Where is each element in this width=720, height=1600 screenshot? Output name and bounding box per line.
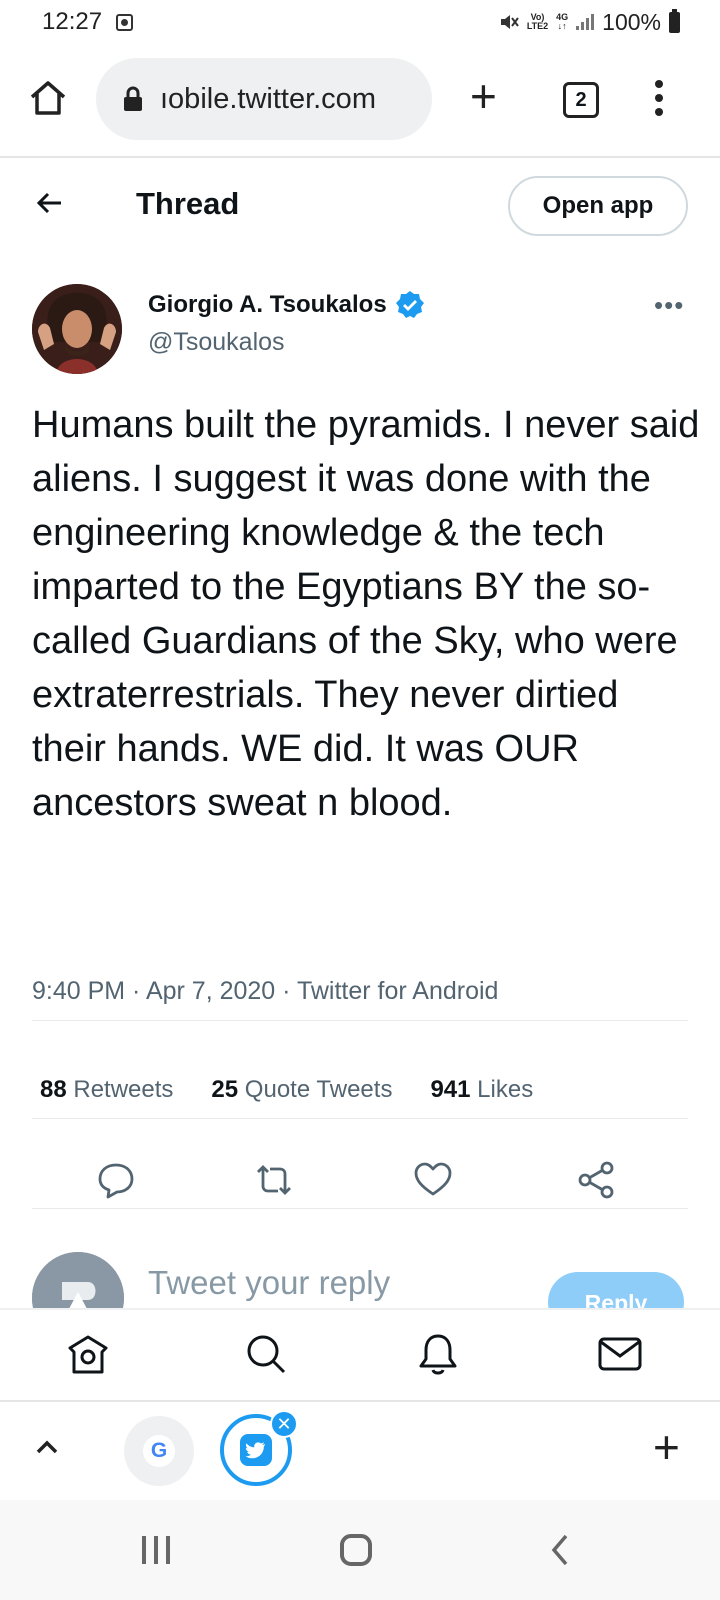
battery-icon bbox=[669, 8, 680, 33]
add-tab-button[interactable]: + bbox=[653, 1424, 680, 1470]
home-nav-icon[interactable] bbox=[64, 1330, 112, 1378]
battery-percent: 100% bbox=[602, 8, 661, 35]
user-avatar[interactable] bbox=[32, 1252, 124, 1308]
mute-icon bbox=[500, 15, 519, 29]
notifications-icon[interactable] bbox=[414, 1330, 462, 1378]
google-icon: G bbox=[143, 1435, 175, 1467]
new-tab-button[interactable]: + bbox=[470, 73, 497, 119]
reply-input[interactable]: Tweet your reply bbox=[148, 1264, 390, 1302]
divider bbox=[32, 1208, 688, 1209]
page-title: Thread bbox=[136, 186, 240, 221]
status-bar: 12:27 Vo) LTE2 4G ↓↑ 100% bbox=[0, 0, 720, 44]
network-label: Vo) LTE2 bbox=[526, 12, 549, 31]
tweet-timestamp[interactable]: 9:40 PM · Apr 7, 2020 · Twitter for Andr… bbox=[32, 977, 498, 1006]
twitter-icon bbox=[240, 1434, 272, 1466]
close-tab-icon[interactable]: ✕ bbox=[270, 1410, 298, 1438]
address-bar[interactable]: ıobile.twitter.com bbox=[96, 58, 432, 140]
divider bbox=[32, 1020, 688, 1021]
open-app-button[interactable]: Open app bbox=[508, 176, 688, 236]
network-type: 4G ↓↑ bbox=[556, 12, 569, 31]
stat-retweets[interactable]: 88 Retweets bbox=[40, 1076, 173, 1104]
search-icon[interactable] bbox=[242, 1330, 290, 1378]
browser-divider bbox=[0, 156, 720, 158]
verified-badge-icon bbox=[395, 291, 424, 318]
reply-icon[interactable] bbox=[96, 1160, 136, 1200]
author-handle[interactable]: @Tsoukalos bbox=[148, 328, 285, 357]
twitter-bottom-nav bbox=[0, 1308, 720, 1400]
home-button-icon[interactable] bbox=[340, 1534, 372, 1566]
chevron-up-icon[interactable] bbox=[34, 1434, 60, 1460]
browser-toolbar: ıobile.twitter.com + 2 bbox=[0, 58, 720, 140]
signal-icon bbox=[576, 14, 595, 30]
more-options-icon[interactable]: ••• bbox=[654, 290, 684, 321]
author-name-row[interactable]: Giorgio A. Tsoukalos bbox=[148, 290, 425, 320]
recents-icon[interactable] bbox=[142, 1536, 170, 1564]
messages-icon[interactable] bbox=[596, 1330, 644, 1378]
stat-quote-tweets[interactable]: 25 Quote Tweets bbox=[211, 1076, 392, 1104]
browser-menu-icon[interactable] bbox=[655, 80, 663, 116]
stat-likes[interactable]: 941 Likes bbox=[430, 1076, 533, 1104]
retweet-icon[interactable] bbox=[254, 1160, 294, 1200]
url-text: ıobile.twitter.com bbox=[160, 82, 376, 115]
like-icon[interactable] bbox=[413, 1160, 453, 1200]
tweet-text: Humans built the pyramids. I never said … bbox=[32, 404, 700, 824]
status-time: 12:27 bbox=[42, 8, 103, 35]
thread-header: Thread Open app bbox=[0, 172, 720, 236]
author-name[interactable]: Giorgio A. Tsoukalos bbox=[148, 291, 387, 319]
author-avatar[interactable] bbox=[32, 284, 122, 374]
notification-icon bbox=[116, 13, 134, 31]
reply-composer: Tweet your reply Reply bbox=[0, 1230, 720, 1308]
tab-switcher-button[interactable]: 2 bbox=[563, 82, 599, 118]
tweet-stats: 88 Retweets 25 Quote Tweets 941 Likes bbox=[40, 1076, 533, 1104]
system-back-icon[interactable] bbox=[548, 1532, 572, 1568]
back-arrow-icon[interactable] bbox=[34, 188, 64, 218]
share-icon[interactable] bbox=[576, 1160, 616, 1200]
home-icon[interactable] bbox=[28, 78, 68, 118]
browser-bottom-bar: G ✕ + bbox=[0, 1400, 720, 1498]
system-nav-bar bbox=[0, 1500, 720, 1600]
reply-button[interactable]: Reply bbox=[548, 1272, 684, 1308]
tweet-actions bbox=[0, 1160, 720, 1200]
divider bbox=[32, 1118, 688, 1119]
google-tab[interactable]: G bbox=[124, 1416, 194, 1486]
lock-icon bbox=[124, 86, 142, 111]
